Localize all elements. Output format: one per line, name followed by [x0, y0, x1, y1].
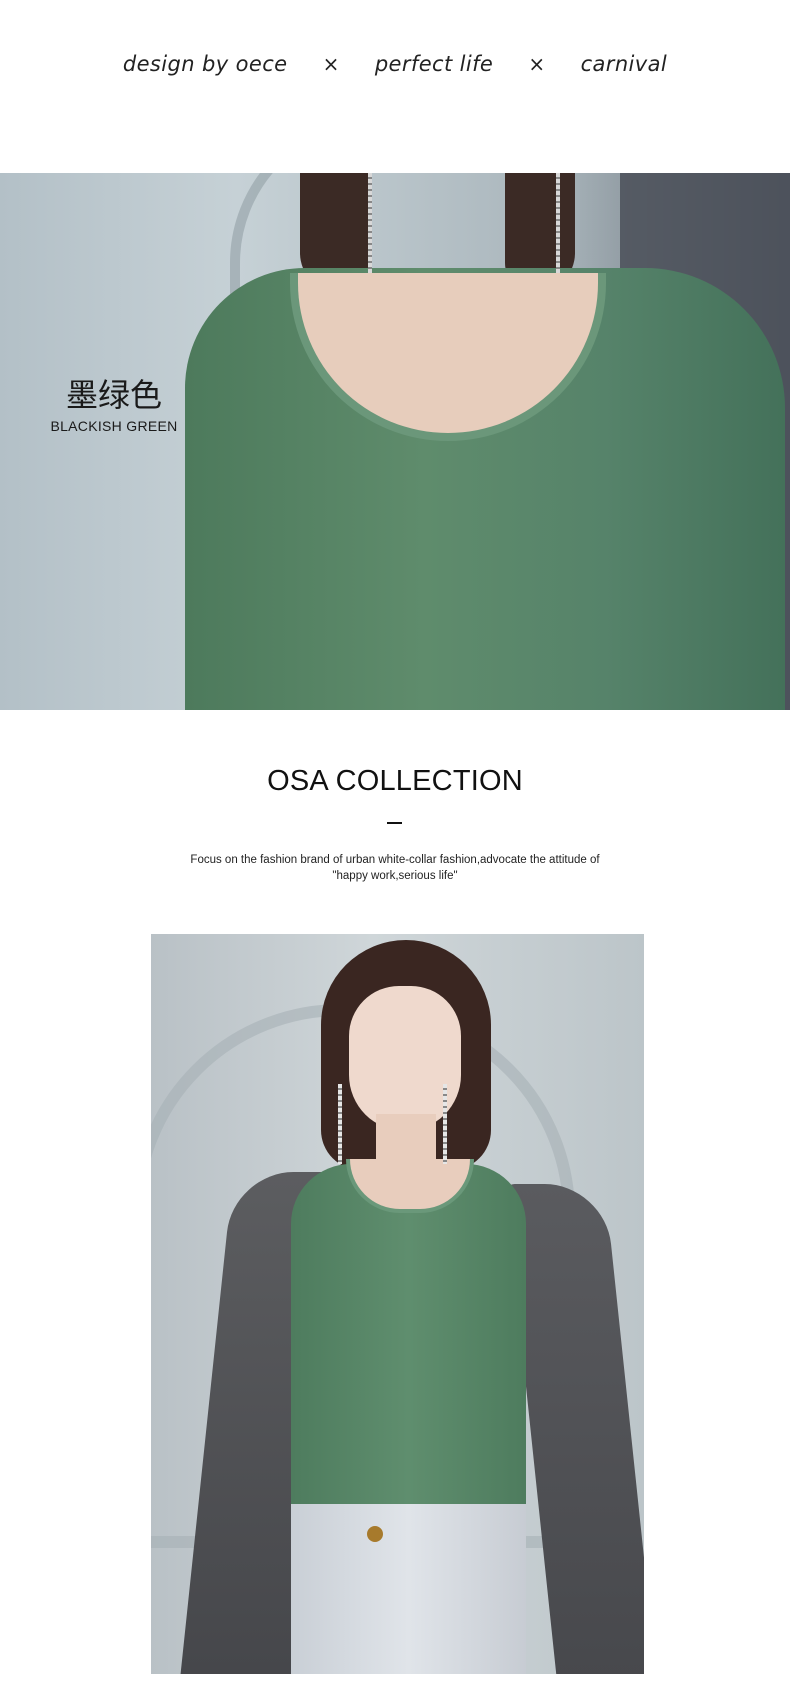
model-trousers — [291, 1504, 526, 1674]
tagline-perfect-life: perfect life — [374, 52, 494, 76]
tagline-separator-1: × — [322, 52, 340, 76]
model-earring-right — [443, 1084, 447, 1164]
color-name-english: BLACKISH GREEN — [50, 418, 178, 434]
description-line-1: Focus on the fashion brand of urban whit… — [190, 854, 600, 866]
hero-product-image — [0, 173, 790, 710]
tagline-design: design by oece — [122, 52, 288, 76]
tagline-carnival: carnival — [580, 52, 668, 76]
brand-tagline: design by oece × perfect life × carnival — [0, 52, 790, 76]
hero-earring-right — [556, 173, 560, 273]
tagline-separator-2: × — [528, 52, 546, 76]
model-earring-left — [338, 1084, 342, 1164]
title-divider — [387, 822, 402, 824]
description-line-2: "happy work,serious life" — [332, 870, 458, 882]
model-green-shirt — [291, 1164, 526, 1504]
trousers-button — [367, 1526, 383, 1542]
collection-description: Focus on the fashion brand of urban whit… — [160, 852, 630, 884]
collection-title: OSA COLLECTION — [267, 765, 523, 797]
model-photo — [151, 934, 644, 1674]
hero-earring-left — [368, 173, 372, 273]
color-name-chinese: 墨绿色 — [65, 376, 162, 414]
